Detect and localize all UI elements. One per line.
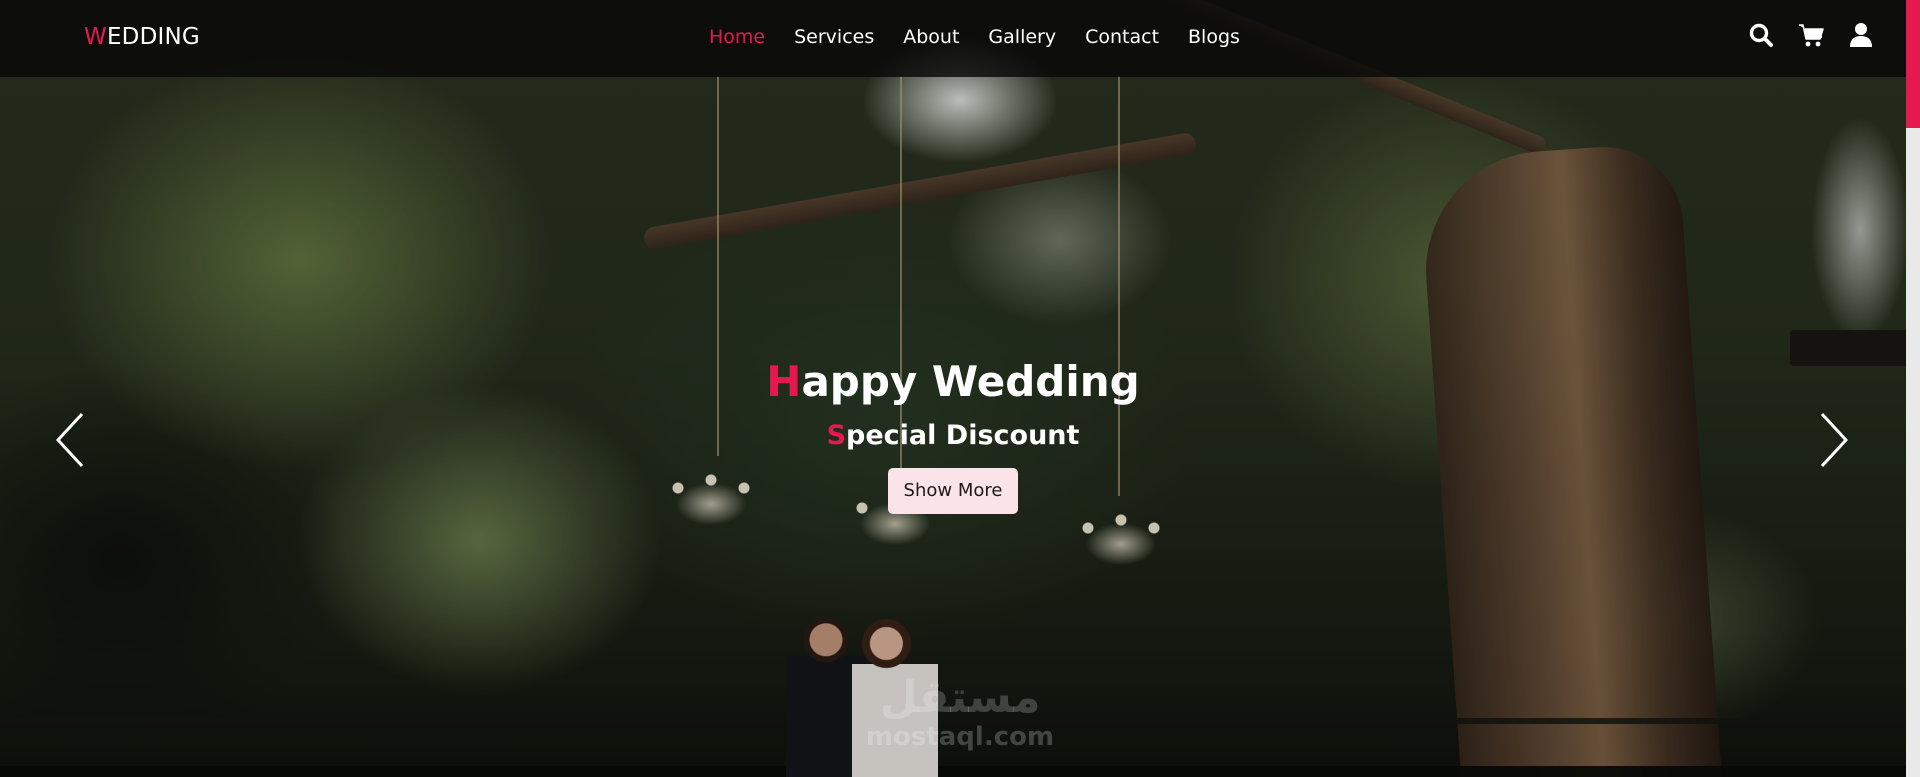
hero-title: Happy Wedding <box>0 354 1906 410</box>
search-icon[interactable] <box>1748 22 1774 48</box>
brand-first-letter: W <box>84 24 107 50</box>
watermark-latin: mostaql.com <box>865 722 1055 752</box>
hero-content: Happy Wedding Special Discount Show More <box>0 354 1906 514</box>
watermark: مستقل mostaql.com <box>860 672 1060 752</box>
nav-link-blogs[interactable]: Blogs <box>1188 25 1240 49</box>
hero-title-rest: appy Wedding <box>801 357 1140 406</box>
nav-link-about[interactable]: About <box>903 25 959 49</box>
nav-links: Home Services About Gallery Contact Blog… <box>709 25 1269 49</box>
nav-icons <box>1748 22 1874 48</box>
nav-link-home[interactable]: Home <box>709 25 765 49</box>
cart-icon[interactable] <box>1798 22 1824 48</box>
hero-subtitle-first-letter: S <box>826 420 847 451</box>
show-more-button[interactable]: Show More <box>887 468 1019 514</box>
watermark-arabic: مستقل <box>879 672 1041 723</box>
user-icon[interactable] <box>1848 22 1874 48</box>
navbar: WEDDING Home Services About Gallery Cont… <box>0 0 1906 77</box>
scrollbar-thumb[interactable] <box>1906 0 1920 128</box>
hero-title-first-letter: H <box>766 357 802 406</box>
nav-link-services[interactable]: Services <box>794 25 874 49</box>
brand-logo[interactable]: WEDDING <box>84 24 200 50</box>
nav-link-contact[interactable]: Contact <box>1085 25 1159 49</box>
hero-subtitle: Special Discount <box>0 418 1906 454</box>
nav-link-gallery[interactable]: Gallery <box>988 25 1056 49</box>
brand-rest: EDDING <box>106 24 200 50</box>
hero-subtitle-rest: pecial Discount <box>846 420 1080 451</box>
scrollbar[interactable] <box>1906 0 1920 777</box>
